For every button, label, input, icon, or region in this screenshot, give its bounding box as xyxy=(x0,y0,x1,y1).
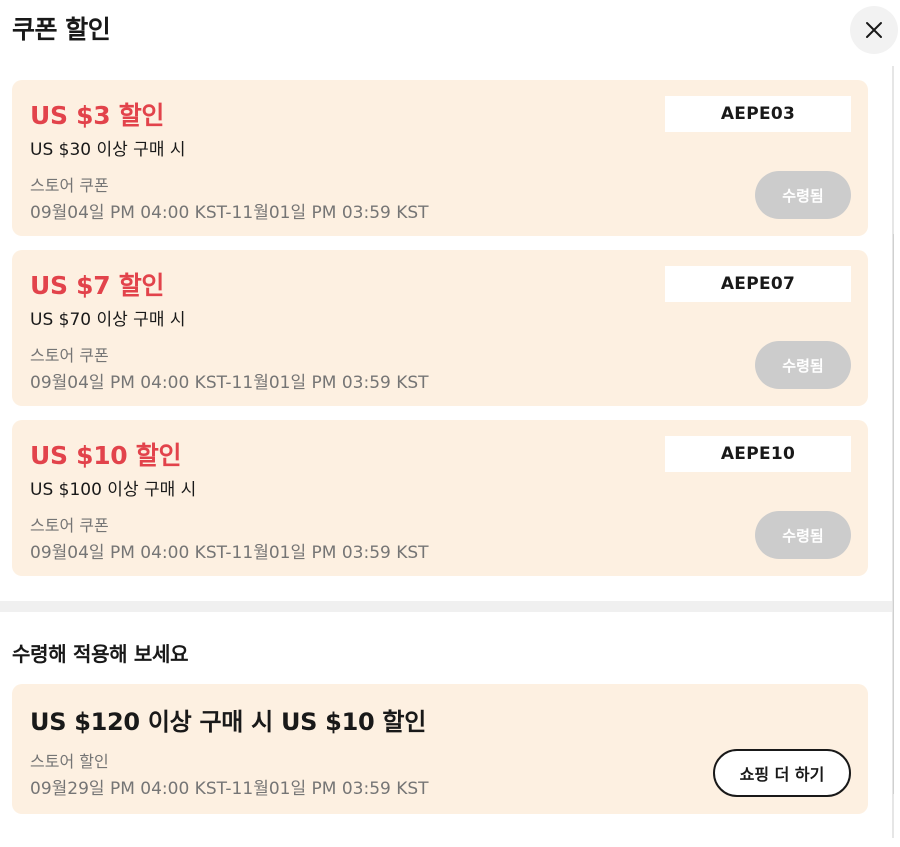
coupon-type: 스토어 쿠폰 xyxy=(30,346,109,365)
coupon-code[interactable]: AEPE07 xyxy=(665,266,851,302)
coupon-card: US $3 할인 US $30 이상 구매 시 스토어 쿠폰 09월04일 PM… xyxy=(12,80,868,236)
coupon-amount: US $7 할인 xyxy=(30,271,165,300)
coupon-card: US $7 할인 US $70 이상 구매 시 스토어 쿠폰 09월04일 PM… xyxy=(12,250,868,406)
coupon-amount: US $3 할인 xyxy=(30,101,165,130)
coupon-amount: US $10 할인 xyxy=(30,441,182,470)
coupon-code[interactable]: AEPE03 xyxy=(665,96,851,132)
received-button[interactable]: 수령됨 xyxy=(755,511,851,559)
coupon-code[interactable]: AEPE10 xyxy=(665,436,851,472)
coupon-period: 09월04일 PM 04:00 KST-11월01일 PM 03:59 KST xyxy=(30,543,429,563)
promo-type: 스토어 할인 xyxy=(30,752,109,771)
promo-section-title: 수령해 적용해 보세요 xyxy=(12,642,189,666)
received-button[interactable]: 수령됨 xyxy=(755,341,851,389)
coupon-condition: US $70 이상 구매 시 xyxy=(30,310,186,330)
promo-title: US $120 이상 구매 시 US $10 할인 xyxy=(30,708,426,736)
promo-period: 09월29일 PM 04:00 KST-11월01일 PM 03:59 KST xyxy=(30,779,429,799)
shop-more-button[interactable]: 쇼핑 더 하기 xyxy=(713,749,851,797)
close-icon xyxy=(866,22,882,38)
scrollbar-thumb[interactable] xyxy=(893,234,894,794)
promo-card: US $120 이상 구매 시 US $10 할인 스토어 할인 09월29일 … xyxy=(12,684,868,814)
received-button[interactable]: 수령됨 xyxy=(755,171,851,219)
coupon-card: US $10 할인 US $100 이상 구매 시 스토어 쿠폰 09월04일 … xyxy=(12,420,868,576)
coupon-type: 스토어 쿠폰 xyxy=(30,176,109,195)
modal-header: 쿠폰 할인 xyxy=(0,0,900,62)
modal-title: 쿠폰 할인 xyxy=(12,15,111,44)
coupon-type: 스토어 쿠폰 xyxy=(30,516,109,535)
section-divider xyxy=(0,601,892,612)
coupon-period: 09월04일 PM 04:00 KST-11월01일 PM 03:59 KST xyxy=(30,203,429,223)
coupon-condition: US $100 이상 구매 시 xyxy=(30,480,197,500)
coupon-condition: US $30 이상 구매 시 xyxy=(30,140,186,160)
coupon-period: 09월04일 PM 04:00 KST-11월01일 PM 03:59 KST xyxy=(30,373,429,393)
close-button[interactable] xyxy=(850,6,898,54)
